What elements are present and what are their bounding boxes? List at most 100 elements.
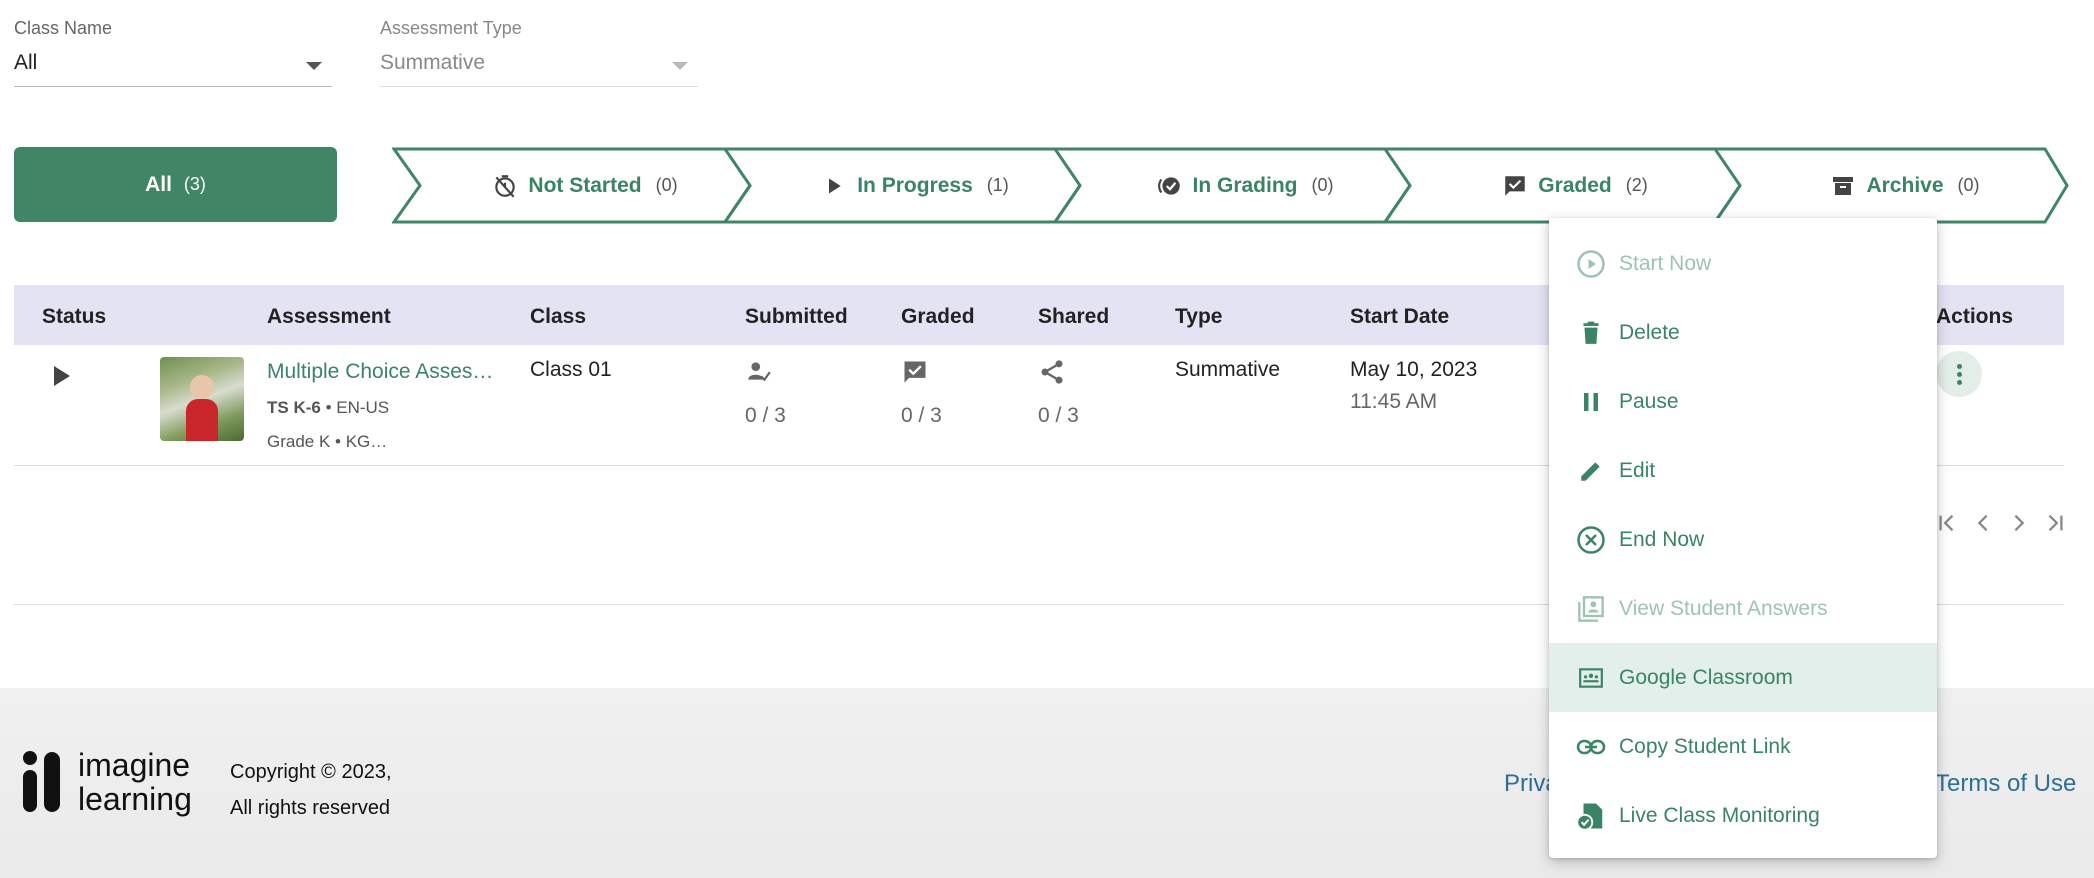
menu-item-edit[interactable]: Edit: [1549, 436, 1937, 505]
start-time-value: 11:45 AM: [1350, 390, 1438, 413]
class-name-select[interactable]: Class Name All: [14, 18, 332, 87]
logo-line1: imagine: [78, 747, 191, 783]
tab-all-label: All: [145, 172, 172, 196]
last-page-icon[interactable]: [2044, 512, 2066, 541]
header-submitted[interactable]: Submitted: [745, 305, 848, 329]
tab-in-progress-count: (1): [986, 175, 1009, 195]
start-date-value: May 10, 2023: [1350, 358, 1478, 381]
tab-all[interactable]: All (3): [14, 147, 337, 222]
graded-comment-icon: [901, 358, 929, 392]
terms-link[interactable]: Terms of Use: [1935, 770, 2076, 798]
tab-not-started-label: Not Started: [528, 173, 642, 197]
assessment-grade: Grade K • KG…: [267, 432, 388, 451]
class-value: Class 01: [530, 358, 612, 381]
tab-in-progress[interactable]: In Progress (1): [760, 147, 1070, 224]
header-graded[interactable]: Graded: [901, 305, 975, 329]
first-page-icon[interactable]: [1936, 512, 1958, 541]
assessment-title-link[interactable]: Multiple Choice Asses…: [267, 360, 493, 384]
header-status[interactable]: Status: [42, 305, 106, 329]
tab-all-count: (3): [183, 174, 206, 194]
shared-value: 0 / 3: [1038, 404, 1079, 427]
menu-item-label: Copy Student Link: [1619, 734, 1791, 758]
menu-item-live-class-monitoring[interactable]: Live Class Monitoring: [1549, 781, 1937, 850]
prev-page-icon[interactable]: [1972, 512, 1994, 541]
program-name: TS K-6: [267, 398, 321, 417]
logo-wordmark: imagine learning: [78, 748, 192, 816]
tab-graded-label: Graded: [1538, 173, 1612, 197]
copyright-line2: All rights reserved: [230, 797, 391, 819]
play-icon[interactable]: [54, 366, 70, 386]
copyright-line1: Copyright © 2023,: [230, 761, 392, 783]
tab-not-started-count: (0): [655, 175, 678, 195]
menu-item-start-now[interactable]: Start Now: [1549, 229, 1937, 298]
live-monitoring-icon: [1576, 801, 1606, 831]
cancel-circle-icon: [1576, 525, 1606, 555]
program-locale: • EN-US: [320, 398, 390, 417]
tab-graded[interactable]: Graded (2): [1420, 147, 1730, 224]
assessment-thumbnail: [160, 357, 244, 441]
grading-check-icon: [1157, 173, 1183, 199]
share-icon: [1038, 358, 1066, 392]
pencil-icon: [1576, 456, 1606, 486]
imagine-learning-logo: [22, 750, 68, 819]
header-actions: Actions: [1936, 305, 2014, 328]
graded-comment-icon: [1502, 173, 1528, 199]
class-name-value: All: [14, 51, 38, 74]
header-type[interactable]: Type: [1175, 305, 1222, 329]
tab-archive[interactable]: Archive (0): [1750, 147, 2060, 224]
timer-off-icon: [492, 173, 518, 199]
assessment-type-select[interactable]: Assessment Type Summative: [380, 18, 698, 87]
next-page-icon[interactable]: [2008, 512, 2030, 541]
menu-item-label: Google Classroom: [1619, 665, 1793, 689]
tab-not-started[interactable]: Not Started (0): [430, 147, 740, 224]
tab-in-grading[interactable]: In Grading (0): [1090, 147, 1400, 224]
play-circle-icon: [1576, 249, 1606, 279]
copyright: Copyright © 2023, All rights reserved: [230, 754, 392, 826]
menu-item-label: Delete: [1619, 320, 1680, 344]
menu-item-delete[interactable]: Delete: [1549, 298, 1937, 367]
underline: [14, 86, 332, 87]
logo-line2: learning: [78, 781, 192, 817]
assessment-program: TS K-6 • EN-US: [267, 398, 389, 418]
assessment-type-label: Assessment Type: [380, 18, 522, 38]
header-shared[interactable]: Shared: [1038, 305, 1109, 329]
submitted-icon: [745, 358, 773, 390]
more-vertical-icon: [1956, 363, 1962, 369]
actions-menu: Start Now Delete Pause Edit End Now View…: [1549, 218, 1937, 858]
tab-in-grading-count: (0): [1311, 175, 1334, 195]
menu-item-copy-student-link[interactable]: Copy Student Link: [1549, 712, 1937, 781]
trash-icon: [1576, 318, 1606, 348]
menu-item-label: View Student Answers: [1619, 596, 1828, 620]
menu-item-end-now[interactable]: End Now: [1549, 505, 1937, 574]
type-value: Summative: [1175, 358, 1281, 381]
header-assessment[interactable]: Assessment: [267, 305, 391, 329]
tab-archive-label: Archive: [1866, 173, 1944, 197]
menu-item-label: Pause: [1619, 389, 1679, 413]
chevron-down-icon: [672, 62, 688, 70]
archive-icon: [1830, 173, 1856, 199]
google-classroom-icon: [1576, 663, 1606, 693]
menu-item-google-classroom[interactable]: Google Classroom: [1549, 643, 1937, 712]
chevron-down-icon: [306, 62, 322, 70]
menu-item-label: Start Now: [1619, 251, 1712, 275]
tab-archive-count: (0): [1957, 175, 1980, 195]
pause-icon: [1576, 387, 1606, 417]
header-class[interactable]: Class: [530, 305, 586, 329]
class-name-label: Class Name: [14, 18, 113, 38]
link-icon: [1576, 732, 1606, 762]
menu-item-label: Edit: [1619, 458, 1656, 482]
graded-value: 0 / 3: [901, 404, 942, 427]
underline: [380, 86, 698, 87]
tab-in-progress-label: In Progress: [857, 173, 973, 197]
header-start-date[interactable]: Start Date: [1350, 305, 1449, 329]
student-answers-icon: [1576, 594, 1606, 624]
tab-graded-count: (2): [1625, 175, 1648, 195]
assessment-type-value: Summative: [380, 51, 486, 74]
menu-item-label: Live Class Monitoring: [1619, 803, 1820, 827]
play-icon: [821, 173, 847, 199]
menu-item-view-student-answers[interactable]: View Student Answers: [1549, 574, 1937, 643]
tab-in-grading-label: In Grading: [1192, 173, 1298, 197]
row-actions-button[interactable]: [1936, 351, 1982, 397]
menu-item-label: End Now: [1619, 527, 1705, 551]
menu-item-pause[interactable]: Pause: [1549, 367, 1937, 436]
